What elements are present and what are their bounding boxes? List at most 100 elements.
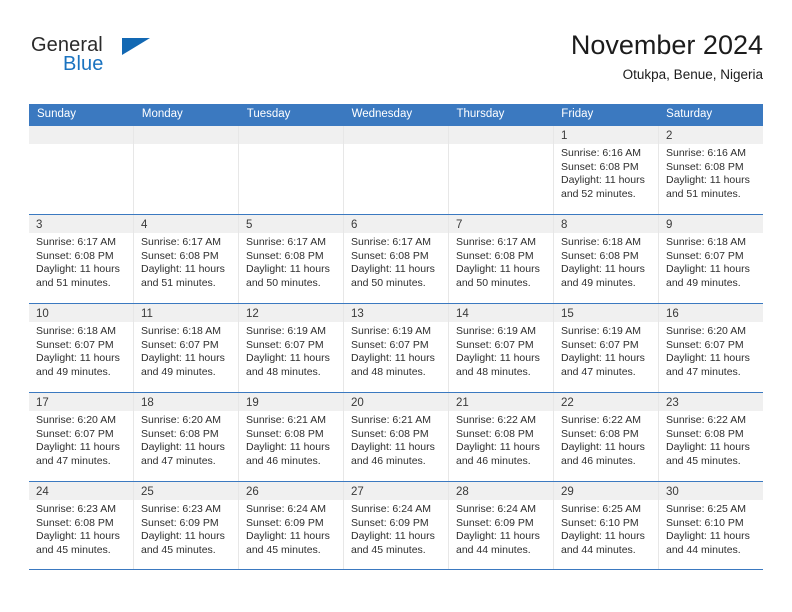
sunset-text: Sunset: 6:08 PM [666,427,744,440]
calendar-day-cell[interactable] [344,126,449,214]
calendar-day-cell[interactable]: 2 Sunrise: 6:16 AM Sunset: 6:08 PM Dayli… [659,126,763,214]
brand-logo[interactable]: General Blue [29,34,289,90]
calendar-day-cell[interactable]: 8 Sunrise: 6:18 AM Sunset: 6:08 PM Dayli… [554,215,659,303]
day-number-band [344,126,448,144]
daylight-text-line2: and 44 minutes. [456,543,531,556]
calendar-day-cell[interactable]: 19 Sunrise: 6:21 AM Sunset: 6:08 PM Dayl… [239,393,344,481]
day-number-band: 29 [554,482,658,500]
calendar-day-cell[interactable]: 1 Sunrise: 6:16 AM Sunset: 6:08 PM Dayli… [554,126,659,214]
calendar-day-cell[interactable]: 15 Sunrise: 6:19 AM Sunset: 6:07 PM Dayl… [554,304,659,392]
sunset-text: Sunset: 6:08 PM [351,427,429,440]
day-number-band: 5 [239,215,343,233]
sunset-text: Sunset: 6:07 PM [666,338,744,351]
daylight-text-line1: Daylight: 11 hours [666,263,750,276]
day-number: 3 [36,219,43,231]
day-number-band: 17 [29,393,133,411]
daylight-text-line1: Daylight: 11 hours [666,174,750,187]
sunset-text: Sunset: 6:09 PM [351,516,429,529]
calendar-day-cell[interactable]: 25 Sunrise: 6:23 AM Sunset: 6:09 PM Dayl… [134,482,239,569]
calendar-day-cell[interactable]: 4 Sunrise: 6:17 AM Sunset: 6:08 PM Dayli… [134,215,239,303]
day-number: 12 [246,308,259,320]
sunrise-text: Sunrise: 6:20 AM [141,414,221,426]
daylight-text-line1: Daylight: 11 hours [36,441,120,454]
calendar-week-row: 24 Sunrise: 6:23 AM Sunset: 6:08 PM Dayl… [29,481,763,570]
sunset-text: Sunset: 6:10 PM [561,516,639,529]
daylight-text-line1: Daylight: 11 hours [456,530,540,543]
sunset-text: Sunset: 6:09 PM [456,516,534,529]
calendar-day-cell[interactable]: 16 Sunrise: 6:20 AM Sunset: 6:07 PM Dayl… [659,304,763,392]
daylight-text-line2: and 46 minutes. [351,454,426,467]
sunset-text: Sunset: 6:08 PM [561,249,639,262]
day-details: Sunrise: 6:21 AM Sunset: 6:08 PM Dayligh… [344,411,448,468]
calendar-week-row: 3 Sunrise: 6:17 AM Sunset: 6:08 PM Dayli… [29,214,763,303]
sunset-text: Sunset: 6:09 PM [246,516,324,529]
day-details [344,144,448,147]
calendar-day-cell[interactable] [134,126,239,214]
calendar-day-cell[interactable]: 3 Sunrise: 6:17 AM Sunset: 6:08 PM Dayli… [29,215,134,303]
day-number-band: 30 [659,482,763,500]
calendar-day-cell[interactable]: 9 Sunrise: 6:18 AM Sunset: 6:07 PM Dayli… [659,215,763,303]
calendar-day-cell[interactable]: 28 Sunrise: 6:24 AM Sunset: 6:09 PM Dayl… [449,482,554,569]
calendar-day-cell[interactable]: 7 Sunrise: 6:17 AM Sunset: 6:08 PM Dayli… [449,215,554,303]
calendar-day-cell[interactable]: 26 Sunrise: 6:24 AM Sunset: 6:09 PM Dayl… [239,482,344,569]
calendar-day-cell[interactable]: 27 Sunrise: 6:24 AM Sunset: 6:09 PM Dayl… [344,482,449,569]
day-number [239,130,246,142]
daylight-text-line1: Daylight: 11 hours [666,441,750,454]
day-number: 9 [666,219,673,231]
calendar-day-cell[interactable]: 13 Sunrise: 6:19 AM Sunset: 6:07 PM Dayl… [344,304,449,392]
calendar-day-cell[interactable]: 24 Sunrise: 6:23 AM Sunset: 6:08 PM Dayl… [29,482,134,569]
calendar-day-cell[interactable]: 17 Sunrise: 6:20 AM Sunset: 6:07 PM Dayl… [29,393,134,481]
calendar-day-cell[interactable]: 21 Sunrise: 6:22 AM Sunset: 6:08 PM Dayl… [449,393,554,481]
sunset-text: Sunset: 6:07 PM [246,338,324,351]
day-details: Sunrise: 6:20 AM Sunset: 6:07 PM Dayligh… [29,411,133,468]
weekday-header-friday: Friday [561,108,594,120]
calendar-day-cell[interactable] [239,126,344,214]
daylight-text-line1: Daylight: 11 hours [141,441,225,454]
calendar-day-cell[interactable]: 14 Sunrise: 6:19 AM Sunset: 6:07 PM Dayl… [449,304,554,392]
day-number-band: 4 [134,215,238,233]
day-details: Sunrise: 6:18 AM Sunset: 6:08 PM Dayligh… [554,233,658,290]
calendar-day-cell[interactable]: 29 Sunrise: 6:25 AM Sunset: 6:10 PM Dayl… [554,482,659,569]
day-details [134,144,238,147]
sunrise-text: Sunrise: 6:19 AM [351,325,431,337]
sunrise-text: Sunrise: 6:18 AM [36,325,116,337]
day-details: Sunrise: 6:17 AM Sunset: 6:08 PM Dayligh… [239,233,343,290]
calendar-day-cell[interactable]: 11 Sunrise: 6:18 AM Sunset: 6:07 PM Dayl… [134,304,239,392]
sunrise-text: Sunrise: 6:17 AM [351,236,431,248]
sunset-text: Sunset: 6:08 PM [36,516,114,529]
day-details: Sunrise: 6:20 AM Sunset: 6:08 PM Dayligh… [134,411,238,468]
day-number-band: 3 [29,215,133,233]
day-details: Sunrise: 6:23 AM Sunset: 6:09 PM Dayligh… [134,500,238,557]
weekday-header-wednesday: Wednesday [351,108,413,120]
calendar-day-cell[interactable]: 18 Sunrise: 6:20 AM Sunset: 6:08 PM Dayl… [134,393,239,481]
day-number-band: 15 [554,304,658,322]
day-number-band: 24 [29,482,133,500]
daylight-text-line2: and 45 minutes. [246,543,321,556]
day-details [239,144,343,147]
daylight-text-line1: Daylight: 11 hours [351,352,435,365]
day-number: 21 [456,397,469,409]
calendar-day-cell[interactable]: 20 Sunrise: 6:21 AM Sunset: 6:08 PM Dayl… [344,393,449,481]
location-subtitle: Otukpa, Benue, Nigeria [622,67,763,82]
day-details [449,144,553,147]
daylight-text-line1: Daylight: 11 hours [246,441,330,454]
day-number: 25 [141,486,154,498]
daylight-text-line1: Daylight: 11 hours [351,530,435,543]
calendar-day-cell[interactable]: 30 Sunrise: 6:25 AM Sunset: 6:10 PM Dayl… [659,482,763,569]
daylight-text-line2: and 51 minutes. [141,276,216,289]
calendar-day-cell[interactable]: 10 Sunrise: 6:18 AM Sunset: 6:07 PM Dayl… [29,304,134,392]
page-title: November 2024 [570,30,763,60]
calendar-day-cell[interactable]: 23 Sunrise: 6:22 AM Sunset: 6:08 PM Dayl… [659,393,763,481]
day-number: 22 [561,397,574,409]
calendar-day-cell[interactable] [449,126,554,214]
day-number-band: 18 [134,393,238,411]
calendar-day-cell[interactable] [29,126,134,214]
daylight-text-line2: and 46 minutes. [561,454,636,467]
day-number-band: 14 [449,304,553,322]
calendar-day-cell[interactable]: 12 Sunrise: 6:19 AM Sunset: 6:07 PM Dayl… [239,304,344,392]
day-number-band [29,126,133,144]
calendar-day-cell[interactable]: 6 Sunrise: 6:17 AM Sunset: 6:08 PM Dayli… [344,215,449,303]
calendar-day-cell[interactable]: 22 Sunrise: 6:22 AM Sunset: 6:08 PM Dayl… [554,393,659,481]
calendar-day-cell[interactable]: 5 Sunrise: 6:17 AM Sunset: 6:08 PM Dayli… [239,215,344,303]
daylight-text-line1: Daylight: 11 hours [456,352,540,365]
